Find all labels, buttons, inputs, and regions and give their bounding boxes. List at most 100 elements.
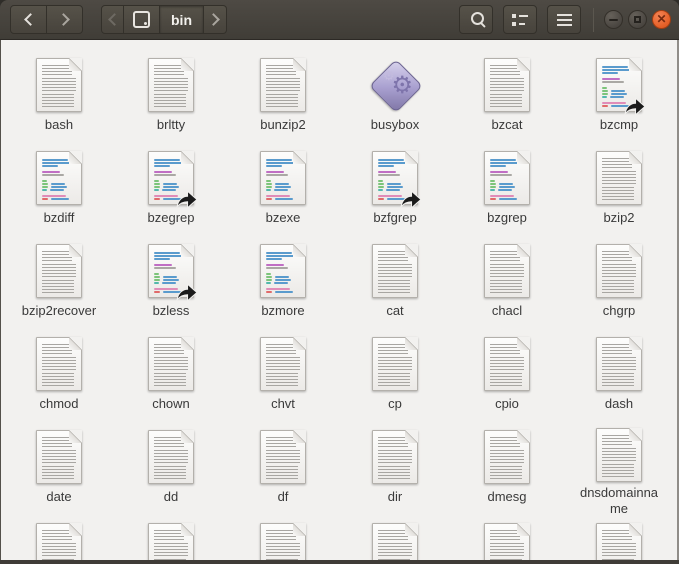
file-item[interactable]: ⚙ ⚙ dnsdomainname bbox=[563, 428, 675, 521]
file-item[interactable]: ⚙ ⚙ bzless bbox=[115, 242, 227, 335]
file-item[interactable]: ⚙ ⚙ cpio bbox=[451, 335, 563, 428]
file-icon: ⚙ ⚙ bbox=[484, 335, 530, 393]
document-page bbox=[484, 523, 530, 560]
file-icon: ⚙ ⚙ bbox=[484, 149, 530, 207]
text-lines bbox=[266, 344, 301, 386]
current-folder-button[interactable]: bin bbox=[160, 5, 204, 34]
document-page bbox=[596, 428, 642, 482]
document-page bbox=[372, 244, 418, 298]
file-item[interactable]: ⚙ ⚙ brltty bbox=[115, 56, 227, 149]
file-icon: ⚙ ⚙ bbox=[148, 242, 194, 300]
file-item[interactable]: ⚙ ⚙ chown bbox=[115, 335, 227, 428]
filesystem-root-button[interactable] bbox=[124, 5, 160, 34]
page-fold-corner bbox=[181, 430, 194, 443]
file-item[interactable]: ⚙ ⚙ chacl bbox=[451, 242, 563, 335]
file-name: bash bbox=[45, 117, 73, 133]
path-scroll-right-button[interactable] bbox=[204, 5, 227, 34]
page-fold-corner bbox=[517, 430, 530, 443]
document-page bbox=[36, 523, 82, 560]
document-page bbox=[148, 430, 194, 484]
document-page bbox=[372, 430, 418, 484]
back-button[interactable] bbox=[10, 5, 47, 34]
file-item[interactable]: ⚙ ⚙ bbox=[227, 521, 339, 560]
file-item[interactable]: ⚙ ⚙ bbox=[451, 521, 563, 560]
file-item[interactable]: ⚙ ⚙ bbox=[3, 521, 115, 560]
file-item[interactable]: ⚙ ⚙ bzexe bbox=[227, 149, 339, 242]
text-lines bbox=[154, 344, 189, 386]
file-item[interactable]: ⚙ ⚙ bzgrep bbox=[451, 149, 563, 242]
close-button[interactable]: ✕ bbox=[652, 10, 671, 29]
file-item[interactable]: ⚙ ⚙ bunzip2 bbox=[227, 56, 339, 149]
page-fold-corner bbox=[405, 151, 418, 164]
document-page bbox=[260, 58, 306, 112]
minimize-button[interactable] bbox=[604, 10, 623, 29]
file-item[interactable]: ⚙ ⚙ bzegrep bbox=[115, 149, 227, 242]
page-fold-corner bbox=[181, 523, 194, 536]
file-item[interactable]: ⚙ ⚙ dmesg bbox=[451, 428, 563, 521]
minimize-icon bbox=[609, 19, 618, 21]
document-page bbox=[260, 337, 306, 391]
document-page bbox=[260, 430, 306, 484]
file-name: bzexe bbox=[266, 210, 301, 226]
page-fold-corner bbox=[629, 428, 642, 441]
file-item[interactable]: ⚙ ⚙ busybox bbox=[339, 56, 451, 149]
file-item[interactable]: ⚙ ⚙ cp bbox=[339, 335, 451, 428]
file-item[interactable]: ⚙ ⚙ bzcmp bbox=[563, 56, 675, 149]
file-item[interactable]: ⚙ ⚙ df bbox=[227, 428, 339, 521]
file-item[interactable]: ⚙ ⚙ bash bbox=[3, 56, 115, 149]
file-item[interactable]: ⚙ ⚙ bzip2recover bbox=[3, 242, 115, 335]
file-item[interactable]: ⚙ ⚙ bzip2 bbox=[563, 149, 675, 242]
menu-button[interactable] bbox=[547, 5, 581, 34]
document-page bbox=[260, 244, 306, 298]
page-fold-corner bbox=[629, 523, 642, 536]
file-item[interactable]: ⚙ ⚙ dir bbox=[339, 428, 451, 521]
page-fold-corner bbox=[405, 337, 418, 350]
file-item[interactable]: ⚙ ⚙ bbox=[115, 521, 227, 560]
file-item[interactable]: ⚙ ⚙ bzcat bbox=[451, 56, 563, 149]
text-lines bbox=[154, 437, 189, 479]
file-icon: ⚙ ⚙ bbox=[260, 149, 306, 207]
file-item[interactable]: ⚙ ⚙ bzmore bbox=[227, 242, 339, 335]
close-icon: ✕ bbox=[656, 13, 666, 25]
file-icon: ⚙ ⚙ bbox=[596, 521, 642, 560]
document-page bbox=[148, 58, 194, 112]
file-icon: ⚙ ⚙ bbox=[484, 428, 530, 486]
file-name: bzip2recover bbox=[22, 303, 96, 319]
file-icon: ⚙ ⚙ bbox=[596, 242, 642, 300]
window-controls: ✕ bbox=[604, 10, 671, 29]
maximize-button[interactable] bbox=[628, 10, 647, 29]
script-lines bbox=[490, 158, 525, 200]
document-page bbox=[484, 430, 530, 484]
file-name: df bbox=[278, 489, 289, 505]
file-item[interactable]: ⚙ ⚙ chgrp bbox=[563, 242, 675, 335]
document-page bbox=[372, 523, 418, 560]
path-scroll-left-button[interactable] bbox=[101, 5, 124, 34]
document-page bbox=[484, 151, 530, 205]
file-item[interactable]: ⚙ ⚙ dash bbox=[563, 335, 675, 428]
view-toggle-button[interactable] bbox=[503, 5, 537, 34]
file-item[interactable]: ⚙ ⚙ chmod bbox=[3, 335, 115, 428]
file-icon: ⚙ ⚙ bbox=[36, 56, 82, 114]
file-icon: ⚙ ⚙ bbox=[484, 242, 530, 300]
file-manager-window: bin bbox=[0, 0, 679, 564]
file-icon: ⚙ ⚙ bbox=[148, 149, 194, 207]
text-lines bbox=[602, 344, 637, 386]
file-icon: ⚙ ⚙ bbox=[36, 521, 82, 560]
text-lines bbox=[42, 65, 77, 107]
search-button[interactable] bbox=[459, 5, 493, 34]
file-icon: ⚙ ⚙ bbox=[36, 149, 82, 207]
file-item[interactable]: ⚙ ⚙ bbox=[339, 521, 451, 560]
file-item[interactable]: ⚙ ⚙ bzdiff bbox=[3, 149, 115, 242]
document-page bbox=[260, 523, 306, 560]
file-item[interactable]: ⚙ ⚙ dd bbox=[115, 428, 227, 521]
file-icon: ⚙ ⚙ bbox=[36, 242, 82, 300]
file-item[interactable]: ⚙ ⚙ date bbox=[3, 428, 115, 521]
file-icon: ⚙ ⚙ bbox=[148, 428, 194, 486]
file-item[interactable]: ⚙ ⚙ bbox=[563, 521, 675, 560]
file-item[interactable]: ⚙ ⚙ chvt bbox=[227, 335, 339, 428]
file-item[interactable]: ⚙ ⚙ bzfgrep bbox=[339, 149, 451, 242]
forward-button[interactable] bbox=[46, 5, 83, 34]
document-page bbox=[596, 523, 642, 560]
file-item[interactable]: ⚙ ⚙ cat bbox=[339, 242, 451, 335]
file-icon: ⚙ ⚙ bbox=[596, 56, 642, 114]
